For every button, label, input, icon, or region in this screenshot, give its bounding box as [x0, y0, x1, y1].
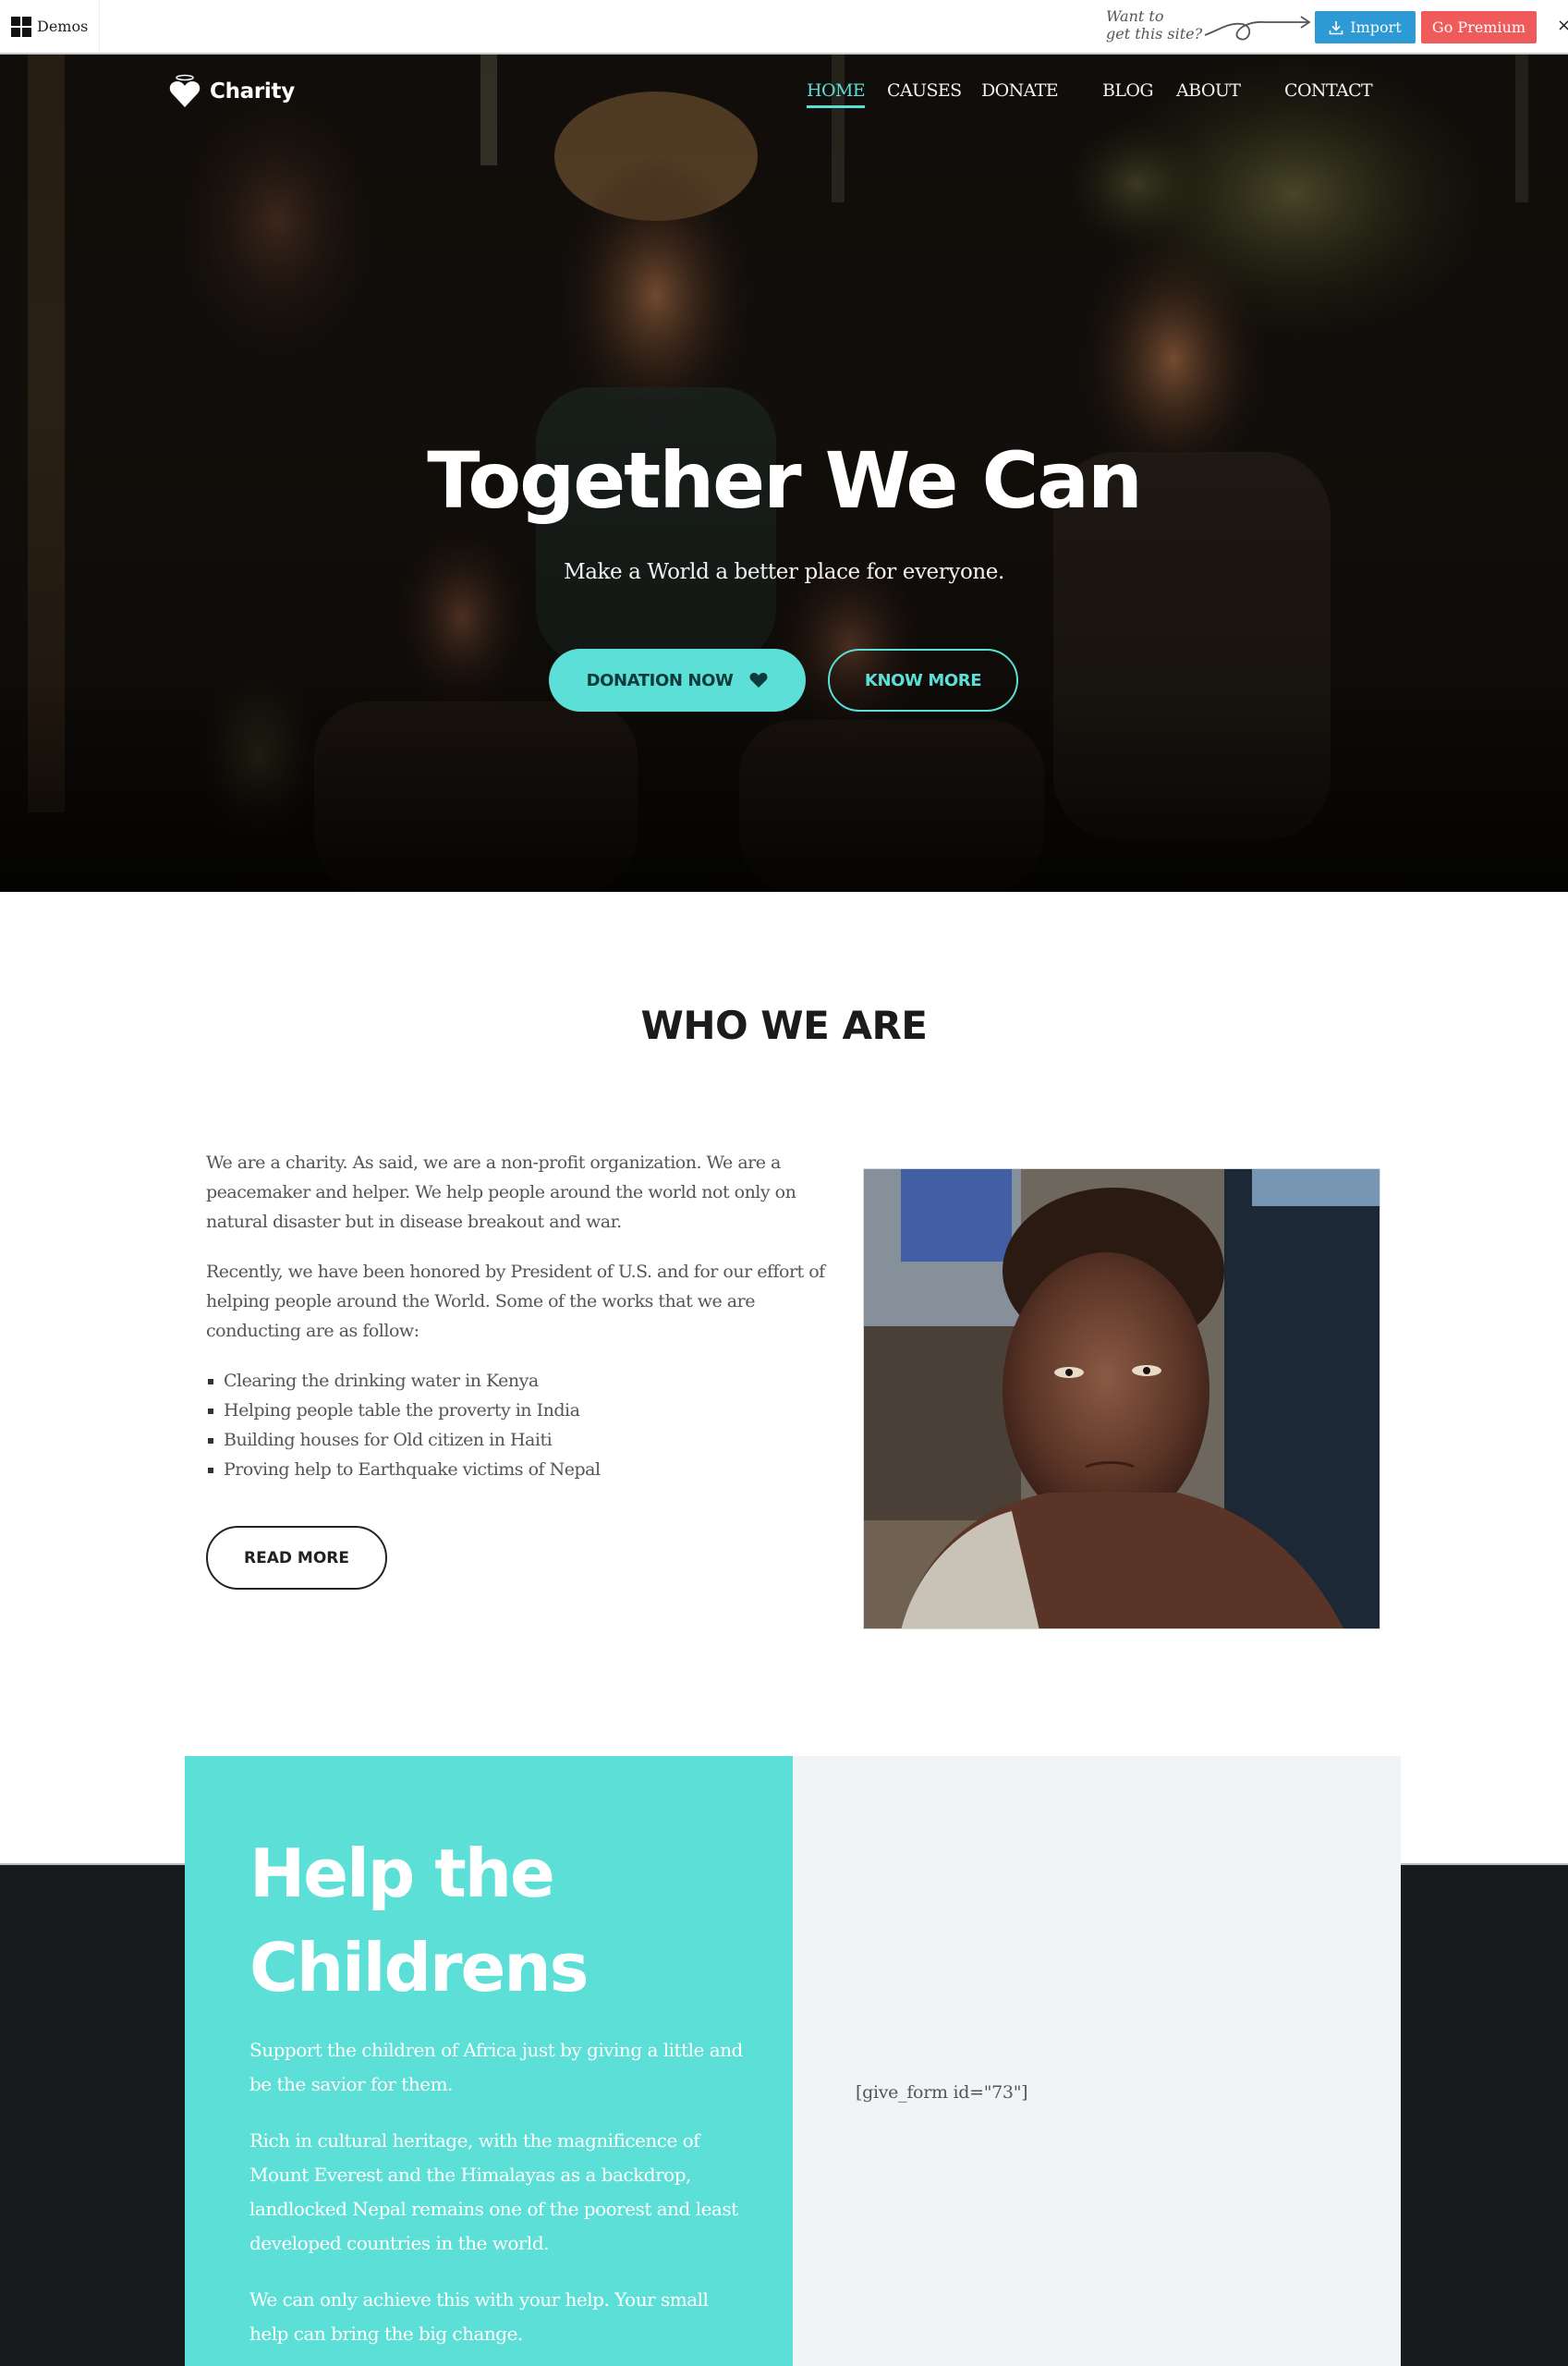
- go-premium-button[interactable]: Go Premium: [1421, 11, 1537, 43]
- download-icon: [1329, 20, 1343, 34]
- list-item: Helping people table the proverty in Ind…: [206, 1396, 834, 1425]
- grid-icon: [11, 16, 31, 37]
- help-text: Support the children of Africa just by g…: [249, 2033, 748, 2366]
- who-paragraph: Recently, we have been honored by Presid…: [206, 1262, 825, 1341]
- demo-topbar: Demos Want to get this site? Import Go P…: [0, 0, 1568, 55]
- list-item: Building houses for Old citizen in Haiti: [206, 1425, 834, 1455]
- hero-subtitle: Make a World a better place for everyone…: [564, 560, 1004, 584]
- help-children-card: Help the Childrens Support the children …: [185, 1756, 793, 2366]
- give-form-shortcode: [give_form id="73"]: [856, 2082, 1028, 2103]
- heart-halo-icon: [169, 74, 201, 107]
- want-line-2: get this site?: [1106, 25, 1203, 43]
- demos-button[interactable]: Demos: [0, 0, 100, 53]
- list-item: Proving help to Earthquake victims of Ne…: [206, 1455, 834, 1484]
- search-icon[interactable]: [1394, 81, 1416, 104]
- help-paragraph: Rich in cultural heritage, with the magn…: [249, 2129, 738, 2254]
- read-more-label: READ MORE: [244, 1548, 349, 1567]
- nav-about[interactable]: ABOUT: [1176, 80, 1241, 101]
- nav-home[interactable]: HOME: [807, 80, 866, 108]
- child-portrait-photo: [863, 1168, 1380, 1629]
- list-item: Clearing the drinking water in Kenya: [206, 1366, 834, 1396]
- child-portrait-image: [864, 1169, 1380, 1628]
- help-paragraph: We can only achieve this with your help.…: [249, 2288, 709, 2345]
- curly-arrow-icon: [1204, 16, 1311, 41]
- nav-blog[interactable]: BLOG: [1102, 80, 1154, 101]
- who-we-are-text: We are a charity. As said, we are a non-…: [206, 1148, 834, 1484]
- want-site-note: Want to get this site?: [1106, 7, 1202, 43]
- donation-now-label: DONATION NOW: [586, 670, 734, 690]
- import-button[interactable]: Import: [1315, 11, 1416, 43]
- hero-title: Together We Can: [427, 435, 1143, 526]
- import-label: Import: [1350, 18, 1402, 36]
- demos-label: Demos: [37, 18, 89, 35]
- nav-causes[interactable]: CAUSES: [887, 80, 962, 101]
- logo-text: Charity: [210, 79, 295, 104]
- site-logo[interactable]: Charity: [168, 74, 295, 109]
- who-paragraph: We are a charity. As said, we are a non-…: [206, 1153, 796, 1232]
- heart-icon: [749, 673, 768, 688]
- help-title-line-2: Childrens: [249, 1929, 589, 2006]
- nav-donate[interactable]: DONATE: [981, 80, 1059, 101]
- works-list: Clearing the drinking water in Kenya Hel…: [206, 1366, 834, 1484]
- who-we-are-heading: WHO WE ARE: [640, 1003, 928, 1048]
- donation-now-button[interactable]: DONATION NOW: [549, 649, 806, 712]
- donation-form-panel: [give_form id="73"]: [793, 1756, 1401, 2366]
- read-more-button[interactable]: READ MORE: [206, 1526, 387, 1590]
- help-paragraph: Support the children of Africa just by g…: [249, 2039, 743, 2095]
- want-line-1: Want to: [1106, 7, 1164, 25]
- help-title-line-1: Help the: [249, 1835, 555, 1912]
- go-premium-label: Go Premium: [1431, 18, 1526, 36]
- hero-section: Charity HOME CAUSES DONATE BLOG ABOUT CO…: [0, 55, 1568, 892]
- help-title: Help the Childrens: [249, 1826, 589, 2015]
- know-more-button[interactable]: KNOW MORE: [828, 649, 1018, 712]
- close-icon[interactable]: ×: [1557, 16, 1568, 35]
- nav-contact[interactable]: CONTACT: [1284, 80, 1373, 101]
- know-more-label: KNOW MORE: [864, 670, 982, 690]
